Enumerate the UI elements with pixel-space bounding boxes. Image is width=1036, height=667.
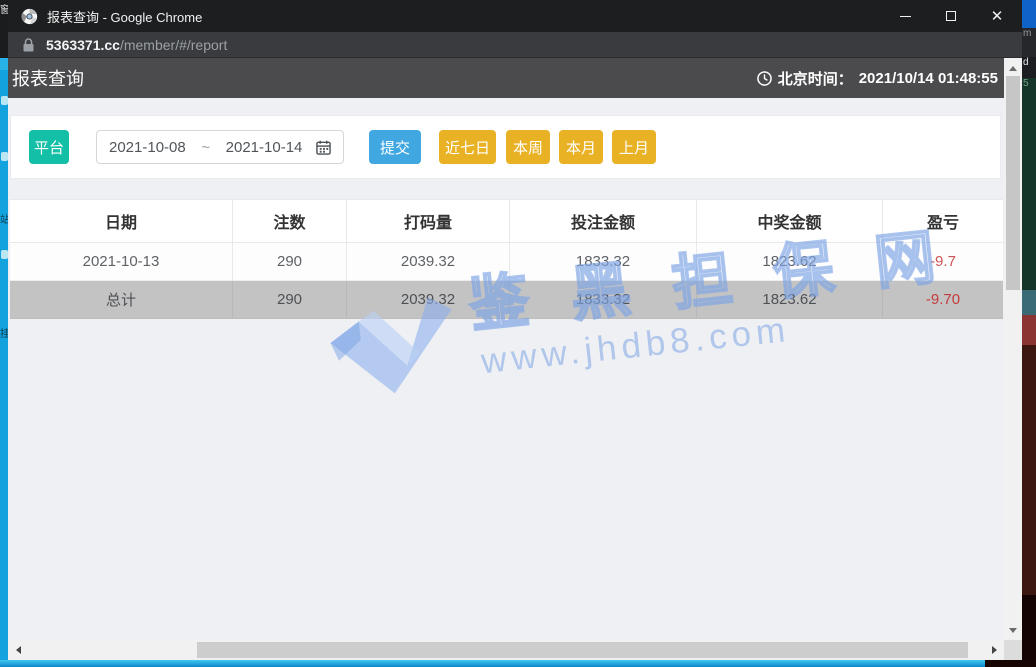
table-header-row: 日期 注数 打码量 投注金额 中奖金额 盈亏 — [10, 199, 1003, 243]
page-content: 平台 2021-10-08 ~ 2021-10-14 — [8, 98, 1004, 640]
background-glyph: d — [1022, 57, 1036, 78]
background-window-right-sliver: m d 5 — [1022, 0, 1036, 667]
last-7-days-button[interactable]: 近七日 — [439, 130, 496, 164]
horizontal-scrollbar[interactable] — [8, 640, 1004, 660]
url-text[interactable]: 5363371.cc/member/#/report — [46, 37, 227, 53]
report-table: 日期 注数 打码量 投注金额 中奖金额 盈亏 2021-10-13 290 20… — [10, 199, 1003, 319]
scroll-right-icon — [992, 646, 997, 654]
header-profit: 盈亏 — [883, 200, 1003, 242]
background-glyph: 站 — [0, 216, 8, 226]
maximize-icon — [946, 11, 956, 21]
background-block — [1022, 0, 1036, 28]
calendar-icon[interactable] — [316, 140, 331, 155]
scroll-up-icon — [1009, 66, 1017, 71]
background-block — [1022, 290, 1036, 345]
background-block — [1022, 595, 1036, 667]
this-week-button[interactable]: 本周 — [506, 130, 550, 164]
background-icon — [1, 96, 8, 105]
url-domain: 5363371.cc — [46, 37, 120, 53]
screen: 窗 站 挂 m d 5 报表查询 - Google Chrome — [0, 0, 1036, 667]
background-glyph: 窗 — [0, 6, 8, 16]
time-value: 2021/10/14 01:48:55 — [859, 70, 998, 87]
scroll-left-button[interactable] — [10, 640, 26, 660]
background-icon — [1, 152, 8, 161]
address-bar[interactable]: 5363371.cc/member/#/report — [8, 32, 1022, 58]
window-titlebar[interactable]: 报表查询 - Google Chrome ✕ — [8, 0, 1022, 32]
header-win-amount: 中奖金额 — [697, 200, 883, 242]
scroll-up-button[interactable] — [1004, 60, 1022, 76]
cell-win-amount: 1823.62 — [697, 243, 883, 280]
maximize-button[interactable] — [928, 0, 974, 32]
close-button[interactable]: ✕ — [974, 0, 1020, 32]
background-window-left-sliver: 窗 站 挂 — [0, 0, 8, 667]
minimize-icon — [900, 16, 911, 17]
window-title: 报表查询 - Google Chrome — [47, 7, 882, 26]
cell-date: 2021-10-13 — [10, 243, 233, 280]
close-icon: ✕ — [991, 7, 1004, 25]
scrollbar-corner — [1004, 640, 1022, 660]
clock-icon — [757, 71, 772, 86]
cell-win-amount: 1823.62 — [697, 281, 883, 318]
cell-bet-count: 290 — [233, 281, 347, 318]
cell-total-label: 总计 — [10, 281, 233, 318]
url-path: /member/#/report — [120, 37, 227, 53]
date-range-input[interactable]: 2021-10-08 ~ 2021-10-14 — [96, 130, 344, 164]
background-taskbar-strip — [0, 660, 985, 667]
cell-turnover: 2039.32 — [347, 281, 510, 318]
scroll-right-button[interactable] — [986, 640, 1002, 660]
cell-profit: -9.7 — [883, 243, 1003, 280]
page-header: 报表查询 北京时间： 2021/10/14 01:48:55 — [8, 58, 1004, 98]
cell-bet-amount: 1833.32 — [510, 281, 697, 318]
background-icon — [1, 250, 8, 259]
window-controls: ✕ — [882, 0, 1020, 32]
date-start: 2021-10-08 — [109, 139, 186, 156]
lock-icon[interactable] — [23, 38, 34, 52]
horizontal-scrollbar-thumb[interactable] — [197, 642, 968, 658]
page-title: 报表查询 — [12, 65, 757, 91]
cell-bet-amount: 1833.32 — [510, 243, 697, 280]
table-row: 2021-10-13 290 2039.32 1833.32 1823.62 -… — [10, 243, 1003, 281]
scroll-left-icon — [16, 646, 21, 654]
table-total-row: 总计 290 2039.32 1833.32 1823.62 -9.70 — [10, 281, 1003, 319]
chrome-icon — [21, 8, 38, 25]
background-glyph: m — [1022, 28, 1036, 57]
vertical-scrollbar[interactable] — [1004, 58, 1022, 640]
background-glyph: 挂 — [0, 330, 8, 340]
vertical-scrollbar-thumb[interactable] — [1006, 76, 1020, 290]
last-month-button[interactable]: 上月 — [612, 130, 656, 164]
beijing-time: 北京时间： 2021/10/14 01:48:55 — [757, 68, 998, 89]
time-label: 北京时间： — [778, 68, 853, 89]
header-turnover: 打码量 — [347, 200, 510, 242]
background-dark-strip — [985, 660, 1036, 667]
scroll-down-button[interactable] — [1004, 622, 1022, 638]
background-glyph: 5 — [1022, 78, 1036, 290]
header-date: 日期 — [10, 200, 233, 242]
minimize-button[interactable] — [882, 0, 928, 32]
header-bet-count: 注数 — [233, 200, 347, 242]
filter-card: 平台 2021-10-08 ~ 2021-10-14 — [10, 115, 1001, 179]
scroll-down-icon — [1009, 628, 1017, 633]
submit-button[interactable]: 提交 — [369, 130, 421, 164]
this-month-button[interactable]: 本月 — [559, 130, 603, 164]
browser-window: 报表查询 - Google Chrome ✕ 5363371.cc/member… — [8, 0, 1022, 660]
header-bet-amount: 投注金额 — [510, 200, 697, 242]
background-block — [1022, 345, 1036, 595]
cell-turnover: 2039.32 — [347, 243, 510, 280]
cell-profit: -9.70 — [883, 281, 1003, 318]
cell-bet-count: 290 — [233, 243, 347, 280]
date-separator: ~ — [201, 139, 210, 156]
platform-button[interactable]: 平台 — [29, 130, 69, 164]
date-end: 2021-10-14 — [226, 139, 303, 156]
